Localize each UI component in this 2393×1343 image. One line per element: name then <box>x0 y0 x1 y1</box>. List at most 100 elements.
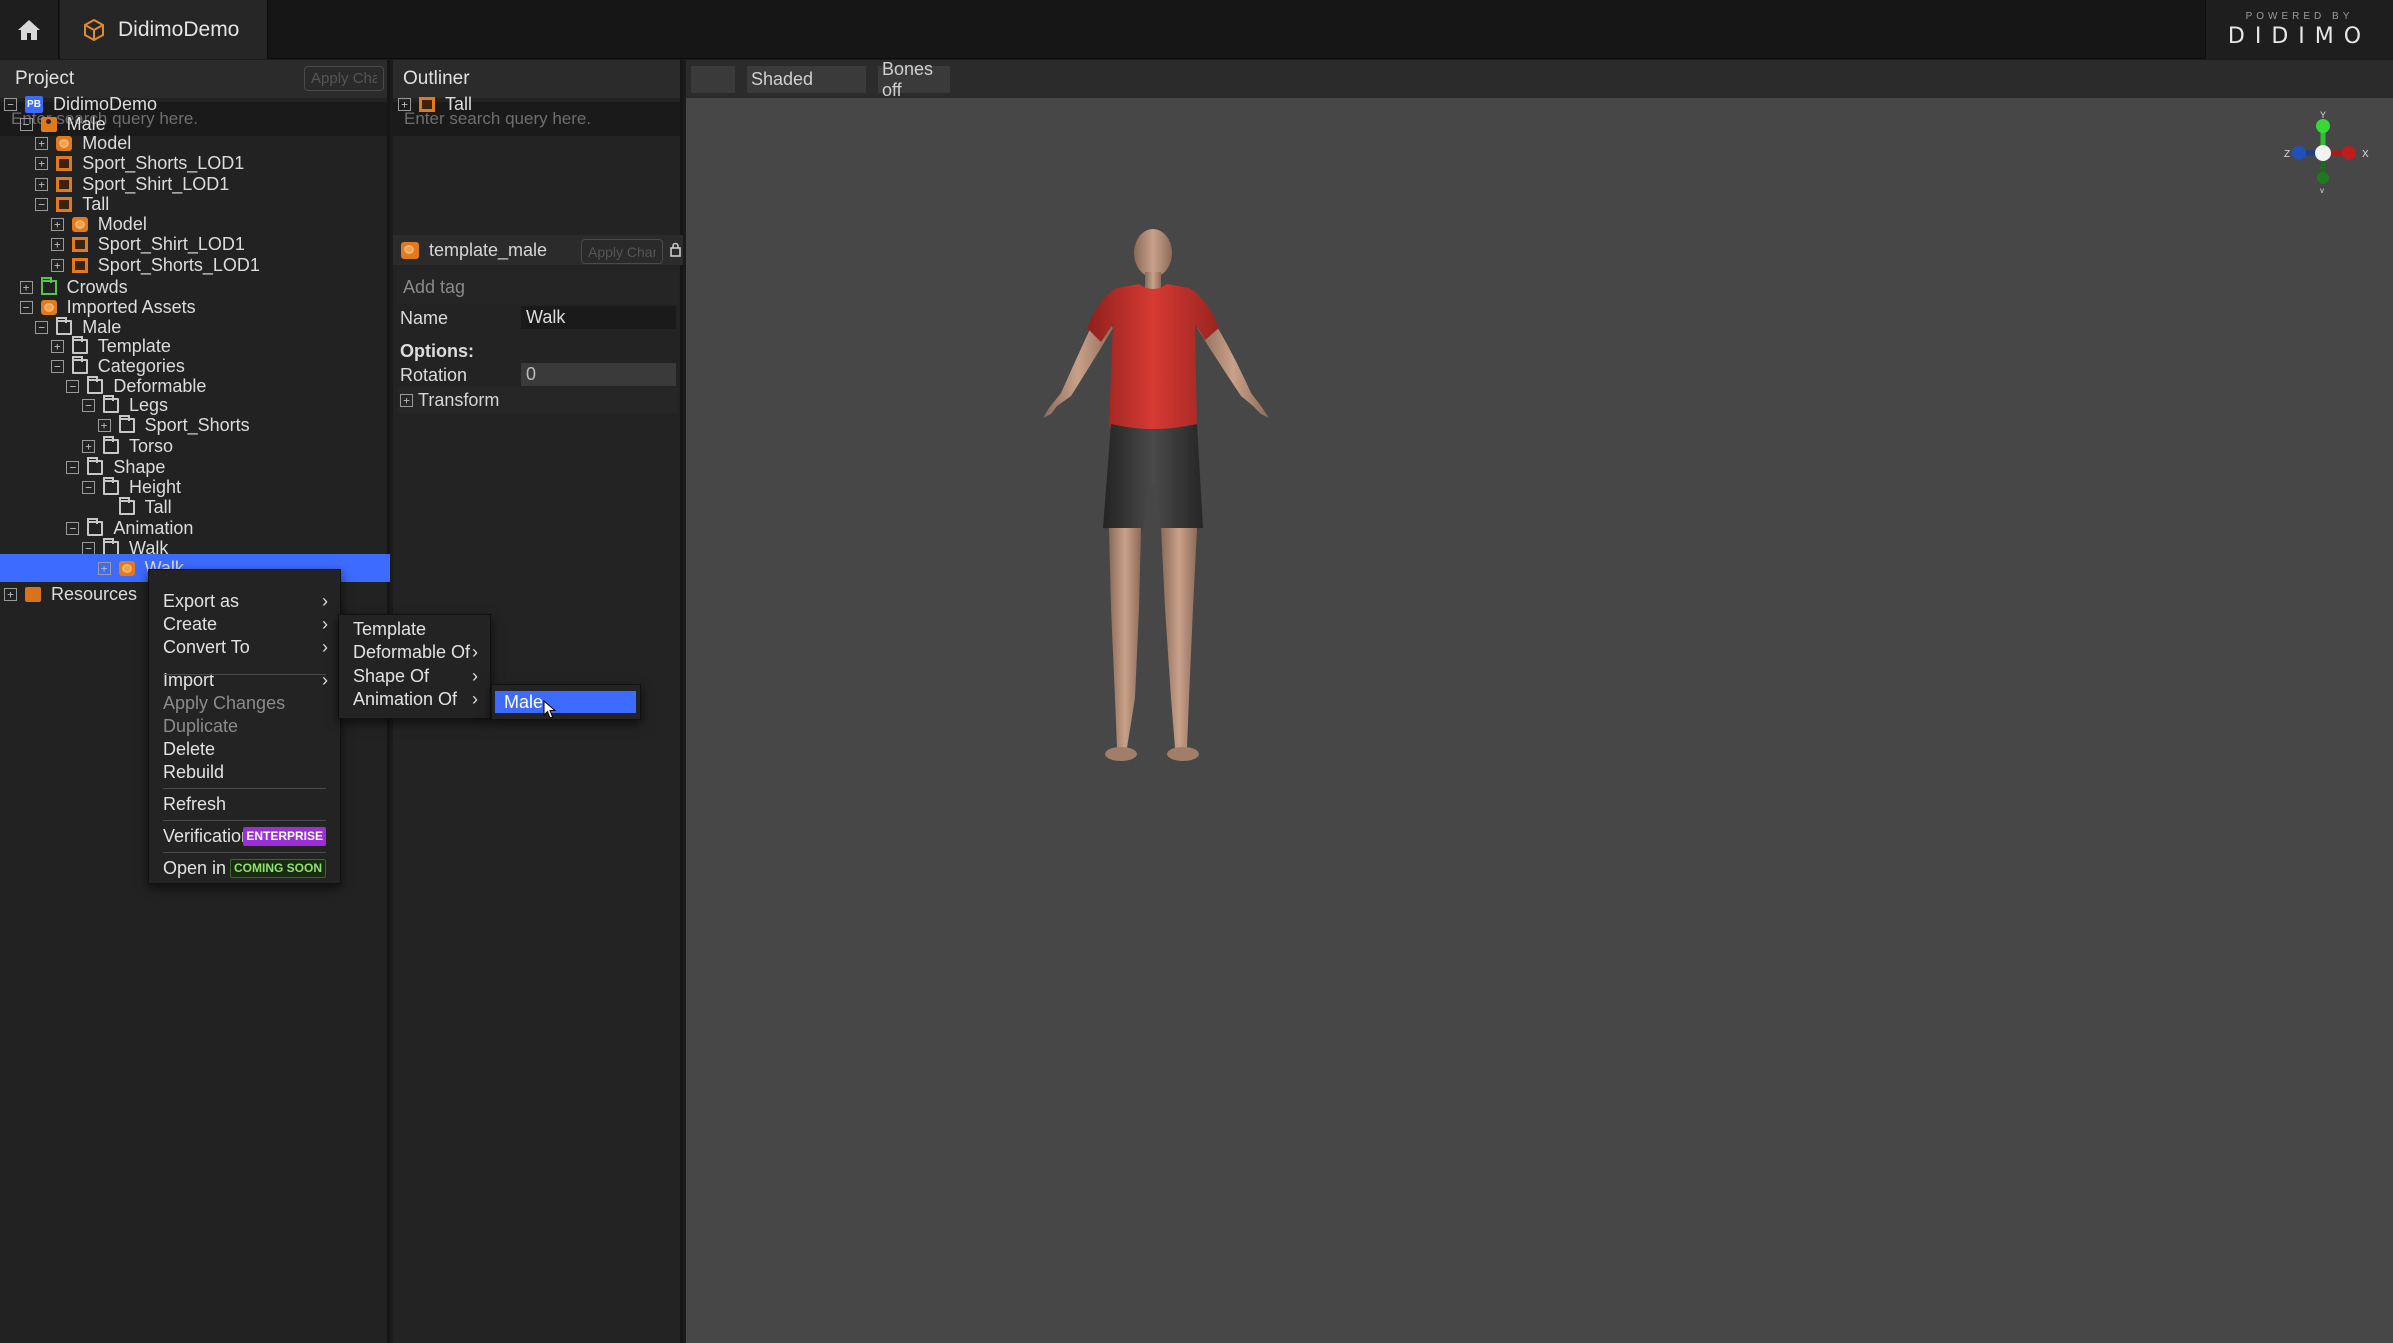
context-menu-item[interactable]: Open in TerminalCOMING SOON <box>149 853 340 883</box>
transform-section[interactable]: + Transform <box>398 387 678 413</box>
expand-toggle[interactable]: − <box>82 398 95 412</box>
project-apply-changes-label: Apply Changes <box>311 70 377 87</box>
convert-submenu-item-label: Shape Of <box>353 665 430 686</box>
tree-row-label: Resources <box>51 583 138 604</box>
outliner-item-label: Tall <box>445 93 473 114</box>
properties-apply-changes-button[interactable]: Apply Changes <box>581 239 663 264</box>
context-menu-item-label: Refresh <box>163 793 227 814</box>
model-icon <box>401 241 419 259</box>
shape-icon <box>419 96 435 112</box>
shading-mode-label: Shaded <box>751 69 814 89</box>
cube-icon <box>84 18 104 41</box>
chevron-right-icon: › <box>472 642 478 663</box>
animation-icon <box>118 560 135 576</box>
gizmo-y-handle[interactable] <box>2316 119 2330 133</box>
expand-toggle[interactable]: + <box>4 587 17 601</box>
expand-toggle[interactable]: − <box>66 460 80 474</box>
animation-of-submenu: Male <box>491 684 641 720</box>
context-menu-item[interactable]: Refresh <box>149 789 340 819</box>
add-tag-label: Add tag <box>403 276 466 297</box>
chevron-right-icon: › <box>472 665 478 686</box>
gizmo-z-handle[interactable] <box>2292 146 2306 160</box>
expand-toggle[interactable]: + <box>97 561 111 575</box>
expand-toggle[interactable]: − <box>4 97 17 111</box>
animation-of-male-item[interactable]: Male <box>495 691 636 713</box>
svg-text:v: v <box>2320 186 2324 194</box>
convert-submenu-item-label: Deformable Of <box>353 642 471 663</box>
didimo-logo: DIDIMO <box>2227 23 2372 49</box>
folder-icon <box>118 414 135 433</box>
context-menu-item[interactable]: Verification ENTERPRISE <box>149 821 340 851</box>
orientation-gizmo[interactable]: Y X Z v <box>2261 110 2371 194</box>
name-field-value: Walk <box>526 307 566 327</box>
name-field[interactable]: Walk <box>521 306 676 329</box>
shading-mode-dropdown[interactable]: Shaded <box>747 66 866 93</box>
project-tab-label: DidimoDemo <box>118 17 240 41</box>
expand-toggle[interactable]: + <box>82 439 95 453</box>
expand-toggle[interactable]: − <box>35 197 49 211</box>
expand-toggle[interactable]: + <box>35 156 49 170</box>
convert-to-submenu: Template Deformable Of › Shape Of › Animation… <box>338 614 491 719</box>
expand-toggle[interactable]: + <box>398 97 411 111</box>
expand-toggle[interactable]: + <box>50 339 64 353</box>
expand-toggle[interactable]: + <box>97 418 111 432</box>
expand-toggle[interactable]: − <box>66 521 80 535</box>
transform-label: Transform <box>418 389 500 410</box>
expand-toggle[interactable]: + <box>35 177 49 191</box>
context-menu-item-label: Verification <box>163 825 252 846</box>
gizmo-x-handle[interactable] <box>2342 146 2356 160</box>
convert-submenu-item[interactable]: Template <box>339 618 490 641</box>
enterprise-badge: ENTERPRISE <box>243 826 326 846</box>
garment-icon <box>71 257 88 273</box>
expand-toggle <box>98 501 111 514</box>
context-menu-item[interactable]: Rebuild <box>149 757 340 787</box>
rotation-field[interactable]: 0 <box>521 363 676 386</box>
convert-submenu-item-label: Template <box>353 619 427 639</box>
project-tab[interactable]: DidimoDemo <box>60 0 268 59</box>
context-menu: Export as › Create › Convert To › Import › Apply… <box>148 569 341 884</box>
expand-toggle[interactable]: + <box>50 217 64 231</box>
convert-submenu-item[interactable]: Shape Of › <box>339 665 490 688</box>
expand-toggle[interactable]: + <box>50 258 64 272</box>
context-menu-item-label: Rebuild <box>163 761 225 782</box>
garment-icon <box>56 155 73 171</box>
expand-toggle[interactable]: + <box>50 237 64 251</box>
properties-apply-changes-label: Apply Changes <box>588 243 656 260</box>
project-panel-title: Project <box>15 68 75 89</box>
bones-toggle-button[interactable]: Bones off <box>878 59 950 100</box>
expand-toggle[interactable]: + <box>35 136 49 150</box>
expand-toggle[interactable]: + <box>19 280 33 294</box>
top-bar: DidimoDemo POWERED BY DIDIMO <box>0 0 2393 59</box>
folder-icon <box>103 435 119 454</box>
gizmo-y-label: Y <box>2320 110 2326 120</box>
viewport-blank-button[interactable] <box>691 66 735 93</box>
character-model[interactable] <box>1021 228 1281 808</box>
options-heading: Options: <box>400 341 474 361</box>
menu-separator <box>163 788 326 789</box>
resources-icon <box>25 586 41 602</box>
outliner-item[interactable]: + Tall <box>398 90 678 118</box>
brand-logo: POWERED BY DIDIMO <box>2205 0 2393 59</box>
convert-submenu-item[interactable]: Deformable Of › <box>339 641 490 664</box>
expand-toggle[interactable]: − <box>82 541 95 555</box>
expand-toggle[interactable]: − <box>50 359 64 373</box>
menu-separator <box>163 674 326 675</box>
expand-toggle[interactable]: − <box>82 480 95 494</box>
project-apply-changes-button[interactable]: Apply Changes <box>304 66 384 91</box>
lock-icon[interactable] <box>670 242 681 257</box>
gizmo-x-label: X <box>2362 149 2369 160</box>
folder-icon <box>118 496 135 515</box>
expand-toggle[interactable]: − <box>19 300 33 314</box>
expand-toggle[interactable]: + <box>400 393 413 407</box>
rotation-field-value: 0 <box>526 364 537 384</box>
convert-submenu-item[interactable]: Animation Of › <box>339 688 490 711</box>
home-icon <box>18 19 40 40</box>
object-name: template_male <box>429 239 548 260</box>
context-menu-item[interactable]: Convert To › <box>149 632 340 662</box>
add-tag-button[interactable]: Add tag <box>397 270 679 304</box>
home-button[interactable] <box>0 0 59 59</box>
context-menu-item-label: Convert To <box>163 636 250 657</box>
3d-viewport[interactable]: Y X Z v <box>686 98 2393 1343</box>
name-label: Name <box>400 308 449 328</box>
menu-separator <box>163 852 326 853</box>
